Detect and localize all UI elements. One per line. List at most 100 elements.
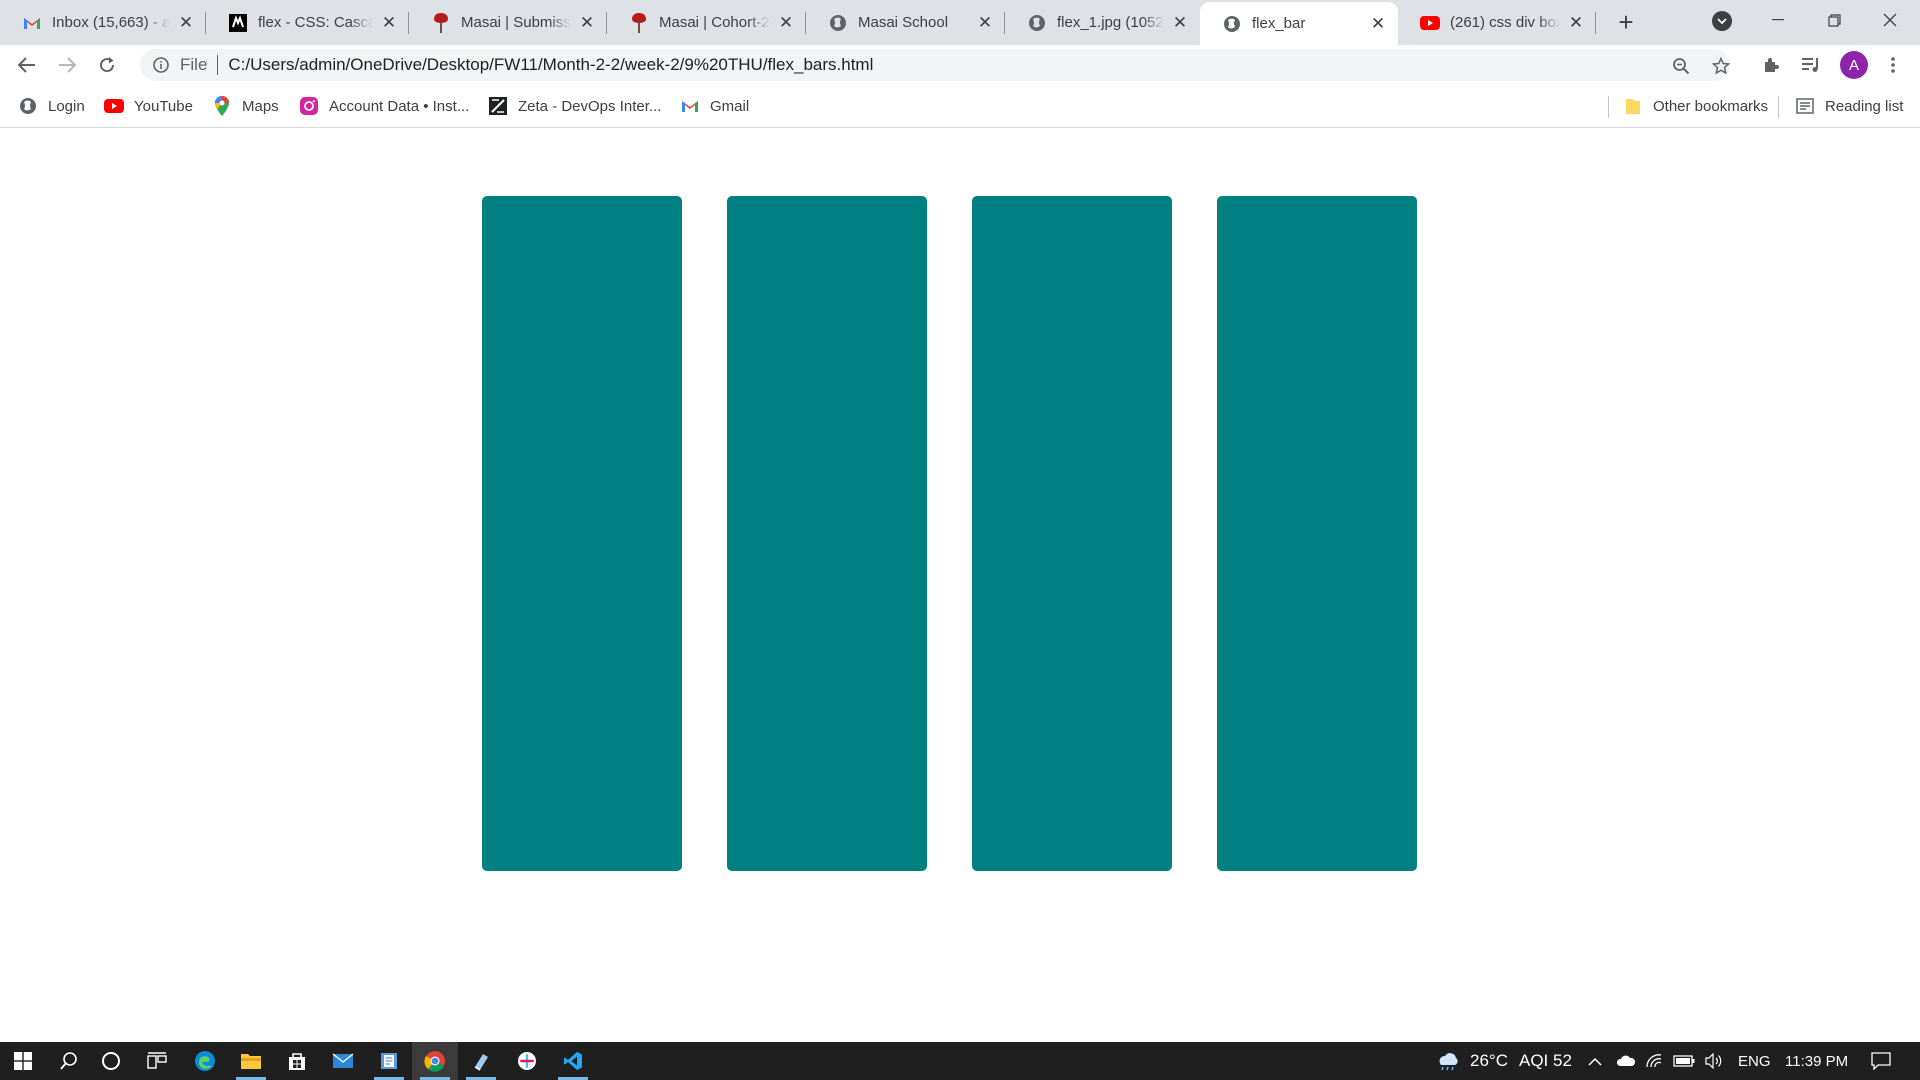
- bookmark-zeta[interactable]: Zeta - DevOps Inter...: [488, 95, 661, 117]
- profile-avatar[interactable]: A: [1840, 51, 1868, 79]
- globe-icon: [18, 96, 38, 116]
- tab-flex-bar[interactable]: flex_bar ✕: [1200, 2, 1398, 45]
- vscode-icon[interactable]: [550, 1042, 596, 1080]
- bookmark-login[interactable]: Login: [18, 95, 85, 117]
- task-view-icon[interactable]: [134, 1042, 180, 1080]
- minimize-button[interactable]: [1750, 0, 1806, 40]
- language-indicator[interactable]: ENG: [1738, 1042, 1771, 1080]
- store-icon[interactable]: [274, 1042, 320, 1080]
- flex-bar: [727, 196, 927, 871]
- zoom-icon[interactable]: [1670, 55, 1692, 77]
- weather-icon[interactable]: [1432, 1042, 1462, 1080]
- wifi-icon[interactable]: [1642, 1042, 1666, 1080]
- notifications-icon[interactable]: [1866, 1042, 1896, 1080]
- url-divider: [217, 55, 219, 75]
- other-bookmarks-folder[interactable]: Other bookmarks: [1623, 95, 1768, 117]
- url-scheme-label: File: [180, 55, 208, 74]
- tab-title: flex_bar: [1252, 15, 1306, 32]
- globe-icon: [1222, 14, 1242, 34]
- forward-button[interactable]: [51, 49, 83, 81]
- masai-icon: [431, 12, 451, 33]
- url-text[interactable]: C:/Users/admin/OneDrive/Desktop/FW11/Mon…: [228, 55, 873, 75]
- tab-masai-school[interactable]: Masai School ✕: [806, 0, 1005, 45]
- battery-icon[interactable]: [1672, 1042, 1696, 1080]
- globe-icon: [828, 13, 848, 33]
- tab-title: Masai | Submissio: [461, 14, 571, 31]
- extensions-icon[interactable]: [1759, 53, 1783, 77]
- flex-bar: [972, 196, 1172, 871]
- tab-search-button[interactable]: [1712, 11, 1732, 31]
- flex-container: [482, 196, 1417, 871]
- onedrive-cloud-icon[interactable]: [1614, 1042, 1638, 1080]
- bookmark-youtube[interactable]: YouTube: [104, 95, 193, 117]
- close-icon[interactable]: ✕: [379, 13, 399, 33]
- media-queue-icon[interactable]: [1799, 53, 1823, 77]
- search-icon[interactable]: [46, 1042, 92, 1080]
- bookmark-label: Maps: [242, 97, 279, 115]
- zeta-icon: [488, 96, 508, 116]
- page-viewport: [0, 128, 1920, 1042]
- close-icon[interactable]: ✕: [1368, 14, 1388, 34]
- browser-toolbar: File C:/Users/admin/OneDrive/Desktop/FW1…: [0, 45, 1920, 85]
- info-icon[interactable]: [152, 56, 170, 74]
- tab-masai-cohort[interactable]: Masai | Cohort-21 ✕: [607, 0, 806, 45]
- bookmark-label: YouTube: [134, 97, 193, 115]
- close-icon[interactable]: ✕: [776, 13, 796, 33]
- weather-temperature[interactable]: 26°C: [1470, 1042, 1508, 1080]
- other-bookmarks-label: Other bookmarks: [1653, 97, 1769, 115]
- bookmark-gmail[interactable]: Gmail: [680, 95, 749, 117]
- menu-kebab-icon[interactable]: [1881, 53, 1905, 77]
- bookmark-star-icon[interactable]: [1710, 55, 1732, 77]
- tab-title: Inbox (15,663) - al: [52, 14, 170, 31]
- address-bar[interactable]: File C:/Users/admin/OneDrive/Desktop/FW1…: [140, 49, 1730, 81]
- close-icon[interactable]: ✕: [577, 13, 597, 33]
- tab-mdn-flex[interactable]: flex - CSS: Cascad ✕: [206, 0, 409, 45]
- bookmark-label: Zeta - DevOps Inter...: [518, 97, 662, 115]
- close-icon[interactable]: ✕: [176, 13, 196, 33]
- tab-gmail-inbox[interactable]: Inbox (15,663) - al ✕: [0, 0, 206, 45]
- clock-time[interactable]: 11:39 PM: [1785, 1042, 1848, 1080]
- weather-aqi[interactable]: AQI 52: [1519, 1042, 1572, 1080]
- tab-title: flex_1.jpg (1052×: [1057, 14, 1164, 31]
- bookmarks-separator: [1608, 96, 1609, 118]
- start-button[interactable]: [0, 1042, 46, 1080]
- bookmarks-bar: Login YouTube Maps Account Data • Inst..…: [0, 85, 1920, 128]
- gmail-icon: [680, 96, 700, 116]
- new-tab-button[interactable]: +: [1612, 7, 1640, 37]
- chrome-icon[interactable]: [412, 1042, 458, 1080]
- bookmark-label: Gmail: [710, 97, 750, 115]
- reading-list-label: Reading list: [1825, 97, 1904, 115]
- slack-icon[interactable]: [504, 1042, 550, 1080]
- bookmark-label: Account Data • Inst...: [329, 97, 470, 115]
- gmail-icon: [22, 13, 42, 33]
- close-icon[interactable]: ✕: [1566, 13, 1586, 33]
- close-icon[interactable]: ✕: [975, 13, 995, 33]
- reading-list-button[interactable]: Reading list: [1795, 95, 1903, 117]
- close-window-button[interactable]: [1862, 0, 1918, 40]
- bookmark-maps[interactable]: Maps: [212, 95, 279, 117]
- globe-icon: [1027, 13, 1047, 33]
- chevron-up-icon[interactable]: [1583, 1042, 1607, 1080]
- mdn-icon: [228, 13, 248, 33]
- bookmark-instagram[interactable]: Account Data • Inst...: [299, 95, 469, 117]
- folder-icon: [1623, 96, 1643, 116]
- tab-masai-submission[interactable]: Masai | Submissio ✕: [409, 0, 607, 45]
- restore-button[interactable]: [1806, 0, 1862, 40]
- snip-tool-icon[interactable]: [458, 1042, 504, 1080]
- mail-icon[interactable]: [320, 1042, 366, 1080]
- cortana-icon[interactable]: [88, 1042, 134, 1080]
- notepad-icon[interactable]: [366, 1042, 412, 1080]
- reading-list-icon: [1795, 96, 1815, 116]
- volume-icon[interactable]: [1702, 1042, 1726, 1080]
- maps-pin-icon: [212, 96, 232, 116]
- tab-title: Masai | Cohort-21: [659, 14, 770, 31]
- file-explorer-icon[interactable]: [228, 1042, 274, 1080]
- back-button[interactable]: [11, 49, 43, 81]
- bookmarks-separator: [1778, 96, 1779, 118]
- close-icon[interactable]: ✕: [1170, 13, 1190, 33]
- reload-button[interactable]: [91, 49, 123, 81]
- flex-bar: [482, 196, 682, 871]
- edge-icon[interactable]: [182, 1042, 228, 1080]
- tab-flex-image[interactable]: flex_1.jpg (1052× ✕: [1005, 0, 1200, 45]
- tab-youtube[interactable]: (261) css div box r ✕: [1398, 0, 1596, 45]
